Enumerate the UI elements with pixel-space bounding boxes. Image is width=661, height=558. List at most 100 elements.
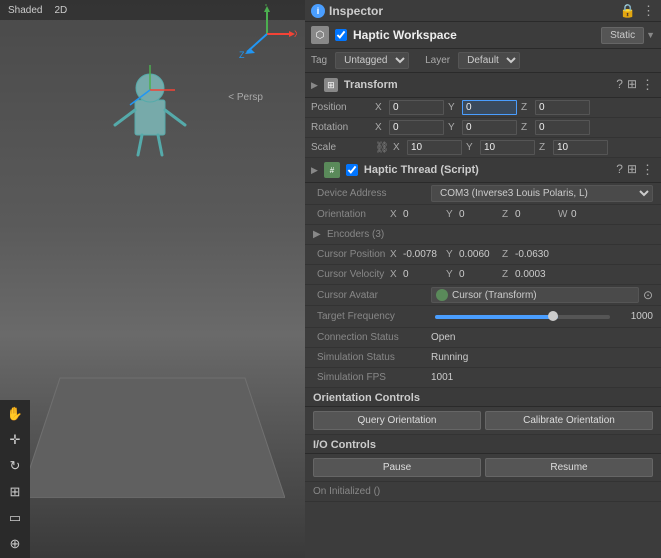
haptic-active-checkbox[interactable] bbox=[346, 164, 358, 176]
scale-tool[interactable]: ⊞ bbox=[3, 480, 27, 504]
haptic-thread-title: Haptic Thread (Script) bbox=[364, 164, 610, 176]
scale-link-icon: ⛓ bbox=[375, 141, 389, 154]
tag-layer-row: Tag Untagged Layer Default bbox=[305, 49, 661, 73]
shaded-menu[interactable]: Shaded bbox=[4, 4, 46, 17]
target-frequency-row: Target Frequency 1000 bbox=[305, 306, 661, 328]
scale-z-input[interactable] bbox=[553, 140, 608, 155]
cursor-velocity-row: Cursor Velocity X 0 Y 0 Z 0.0003 bbox=[305, 265, 661, 285]
transform-more-icon[interactable]: ⋮ bbox=[641, 77, 655, 93]
transform-icon: ⊞ bbox=[324, 78, 338, 92]
transform-settings-icon[interactable]: ⊞ bbox=[627, 77, 637, 93]
scale-y-label: Y bbox=[466, 142, 476, 153]
transform-help-icon[interactable]: ? bbox=[616, 77, 623, 93]
scene-object bbox=[110, 60, 190, 163]
cur-pos-y-label: Y bbox=[446, 249, 456, 260]
tag-label: Tag bbox=[311, 55, 327, 66]
static-dropdown-arrow[interactable]: ▼ bbox=[646, 30, 655, 40]
transform-actions: ? ⊞ ⋮ bbox=[616, 77, 655, 93]
cur-vel-y-val: 0 bbox=[459, 269, 499, 280]
object-active-checkbox[interactable] bbox=[335, 29, 347, 41]
rotation-y-input[interactable] bbox=[462, 120, 517, 135]
cursor-position-xyz: X -0.0078 Y 0.0060 Z -0.0630 bbox=[390, 249, 555, 260]
haptic-more-icon[interactable]: ⋮ bbox=[641, 162, 655, 178]
simulation-status-value: Running bbox=[431, 352, 468, 363]
inspector-title-group: i Inspector bbox=[311, 4, 383, 18]
on-initialized-row: On Initialized () bbox=[305, 482, 661, 502]
device-address-row: Device Address COM3 (Inverse3 Louis Pola… bbox=[305, 183, 661, 205]
hand-tool[interactable]: ✋ bbox=[3, 402, 27, 426]
rect-tool[interactable]: ▭ bbox=[3, 506, 27, 530]
simulation-status-label: Simulation Status bbox=[317, 352, 427, 363]
position-y-input[interactable] bbox=[462, 100, 517, 115]
io-controls-title: I/O Controls bbox=[305, 435, 661, 454]
cursor-position-row: Cursor Position X -0.0078 Y 0.0060 Z -0.… bbox=[305, 245, 661, 265]
svg-text:Z: Z bbox=[239, 50, 245, 60]
scale-x-label: X bbox=[393, 142, 403, 153]
orientation-xyzw: X 0 Y 0 Z 0 W 0 bbox=[390, 209, 611, 220]
multi-tool[interactable]: ⊕ bbox=[3, 532, 27, 556]
pause-button[interactable]: Pause bbox=[313, 458, 481, 477]
svg-text:X: X bbox=[294, 29, 297, 39]
cursor-avatar-pick-icon[interactable]: ⊙ bbox=[643, 288, 653, 302]
orientation-controls-buttons: Query Orientation Calibrate Orientation bbox=[305, 407, 661, 435]
orient-x-label: X bbox=[390, 209, 400, 220]
cursor-avatar-ref[interactable]: Cursor (Transform) bbox=[431, 287, 639, 303]
target-frequency-slider[interactable] bbox=[435, 315, 610, 319]
scale-x-input[interactable] bbox=[407, 140, 462, 155]
inspector-header-actions: 🔒 ⋮ bbox=[620, 3, 655, 19]
position-xyz: X Y Z bbox=[375, 100, 655, 115]
haptic-thread-header[interactable]: ▶ # Haptic Thread (Script) ? ⊞ ⋮ bbox=[305, 158, 661, 183]
rotation-z-label: Z bbox=[521, 122, 531, 133]
rotation-row: Rotation X Y Z bbox=[305, 118, 661, 138]
position-z-label: Z bbox=[521, 102, 531, 113]
query-orientation-button[interactable]: Query Orientation bbox=[313, 411, 481, 430]
target-frequency-label: Target Frequency bbox=[317, 311, 427, 322]
lock-icon[interactable]: 🔒 bbox=[620, 3, 636, 19]
scale-label: Scale bbox=[311, 142, 371, 153]
simulation-status-row: Simulation Status Running bbox=[305, 348, 661, 368]
encoders-expand-arrow: ▶ bbox=[313, 229, 323, 240]
rotation-z-input[interactable] bbox=[535, 120, 590, 135]
encoders-row[interactable]: ▶ Encoders (3) bbox=[305, 225, 661, 245]
haptic-settings-icon[interactable]: ⊞ bbox=[627, 162, 637, 178]
position-label: Position bbox=[311, 102, 371, 113]
transform-header[interactable]: ▶ ⊞ Transform ? ⊞ ⋮ bbox=[305, 73, 661, 98]
layer-select[interactable]: Default bbox=[458, 52, 520, 69]
inspector-icon: i bbox=[311, 4, 325, 18]
more-icon[interactable]: ⋮ bbox=[642, 3, 655, 19]
scale-row: Scale ⛓ X Y Z bbox=[305, 138, 661, 158]
position-x-input[interactable] bbox=[389, 100, 444, 115]
device-address-label: Device Address bbox=[317, 188, 427, 199]
object-header: ⬡ Haptic Workspace Static ▼ bbox=[305, 22, 661, 49]
cursor-ref-dot bbox=[436, 289, 448, 301]
cur-pos-x-val: -0.0078 bbox=[403, 249, 443, 260]
haptic-help-icon[interactable]: ? bbox=[616, 162, 623, 178]
simulation-fps-label: Simulation FPS bbox=[317, 372, 427, 383]
tag-select[interactable]: Untagged bbox=[335, 52, 409, 69]
resume-button[interactable]: Resume bbox=[485, 458, 653, 477]
svg-text:Y: Y bbox=[263, 4, 269, 8]
cursor-velocity-xyz: X 0 Y 0 Z 0.0003 bbox=[390, 269, 555, 280]
device-address-select[interactable]: COM3 (Inverse3 Louis Polaris, L) bbox=[431, 185, 653, 202]
scene-view: Shaded 2D < Persp Y X Z bbox=[0, 0, 305, 558]
orient-y-label: Y bbox=[446, 209, 456, 220]
position-z-input[interactable] bbox=[535, 100, 590, 115]
connection-status-value: Open bbox=[431, 332, 455, 343]
calibrate-orientation-button[interactable]: Calibrate Orientation bbox=[485, 411, 653, 430]
scale-y-input[interactable] bbox=[480, 140, 535, 155]
simulation-fps-value: 1001 bbox=[431, 372, 453, 383]
2d-menu[interactable]: 2D bbox=[50, 4, 71, 17]
inspector-header: i Inspector 🔒 ⋮ bbox=[305, 0, 661, 22]
on-initialized-label: On Initialized () bbox=[313, 486, 380, 497]
rotate-tool[interactable]: ↻ bbox=[3, 454, 27, 478]
object-icon: ⬡ bbox=[311, 26, 329, 44]
rotation-x-input[interactable] bbox=[389, 120, 444, 135]
position-row: Position X Y Z bbox=[305, 98, 661, 118]
cur-pos-z-label: Z bbox=[502, 249, 512, 260]
inspector-title-text: Inspector bbox=[329, 4, 383, 18]
transform-title: Transform bbox=[344, 79, 610, 91]
rotation-x-label: X bbox=[375, 122, 385, 133]
orient-w-label: W bbox=[558, 209, 568, 220]
move-tool[interactable]: ✛ bbox=[3, 428, 27, 452]
haptic-actions: ? ⊞ ⋮ bbox=[616, 162, 655, 178]
